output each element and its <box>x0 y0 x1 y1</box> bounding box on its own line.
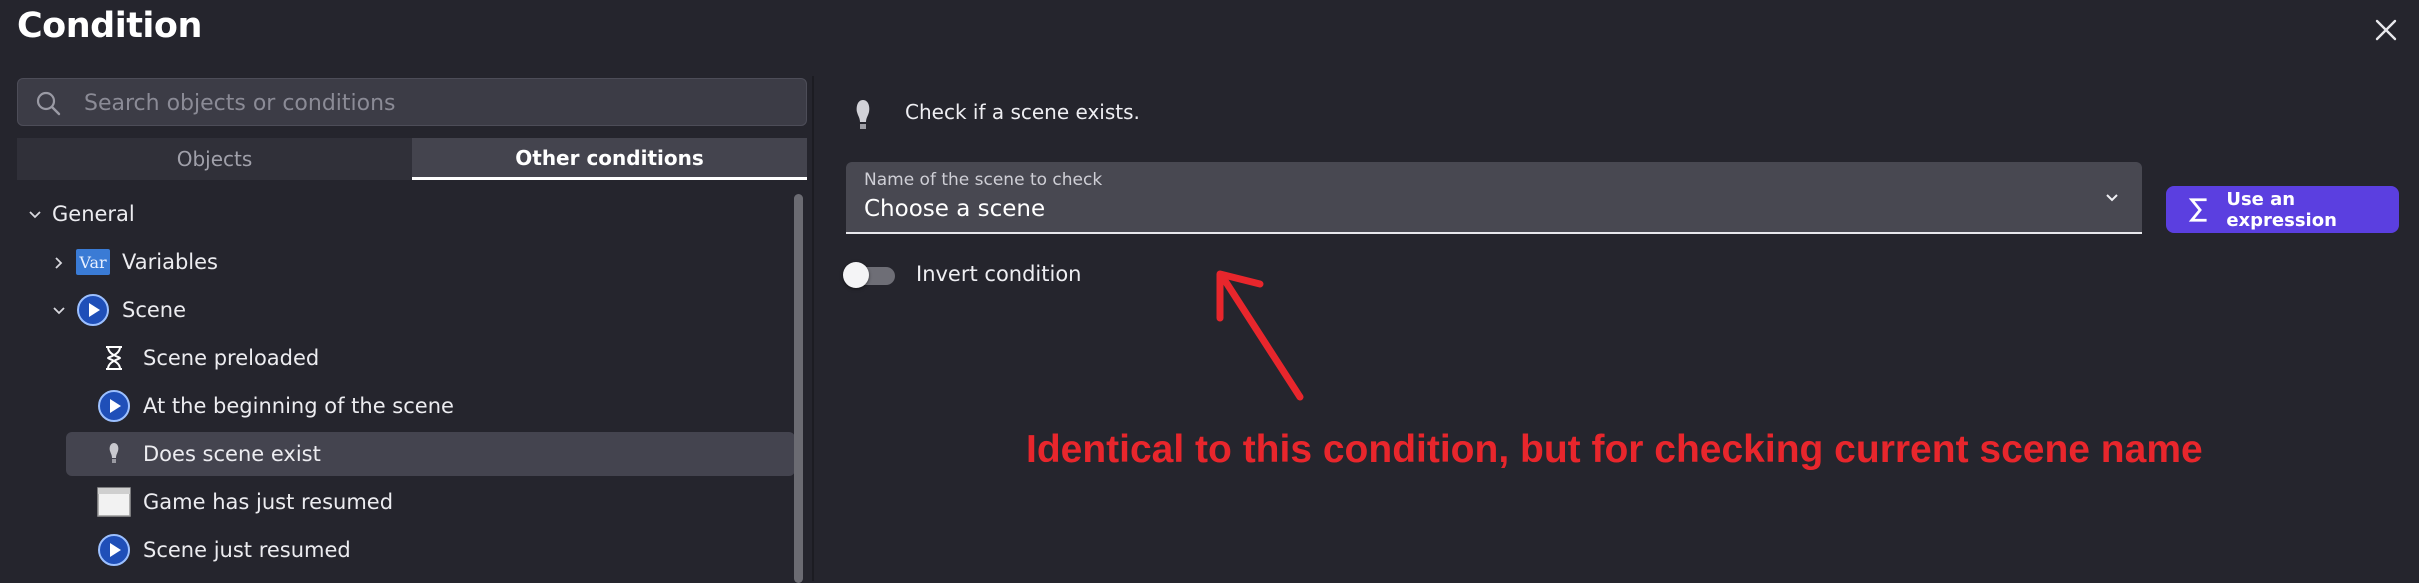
variable-icon: Var <box>76 245 110 279</box>
scrollbar-thumb[interactable] <box>794 194 803 583</box>
search-icon <box>36 91 61 116</box>
tree-group-general[interactable]: General <box>26 192 135 236</box>
search-box[interactable] <box>17 78 807 127</box>
field-value: Choose a scene <box>864 196 1046 222</box>
tree-item-label: At the beginning of the scene <box>143 394 454 418</box>
chevron-right-icon <box>50 253 68 271</box>
chevron-down-icon <box>26 205 44 223</box>
invert-condition-label: Invert condition <box>916 262 1082 286</box>
condition-description: Check if a scene exists. <box>905 100 1140 124</box>
close-icon[interactable] <box>2372 16 2400 44</box>
chevron-down-icon <box>50 301 68 319</box>
toggle-knob <box>843 262 869 288</box>
window-icon <box>97 485 131 519</box>
tree-item-label: Does scene exist <box>143 442 321 466</box>
chevron-down-icon <box>2106 194 2118 202</box>
tree-item-game-resumed[interactable]: Game has just resumed <box>97 480 393 524</box>
tab-other-conditions[interactable]: Other conditions <box>412 138 807 180</box>
field-label: Name of the scene to check <box>864 170 1103 190</box>
use-expression-label: Use an expression <box>2226 188 2337 231</box>
lightbulb-icon <box>856 100 870 129</box>
tree-item-label: Scene just resumed <box>143 538 351 562</box>
tree-item-scene-resumed[interactable]: Scene just resumed <box>97 528 351 572</box>
tree-item-beginning-of-scene[interactable]: At the beginning of the scene <box>97 384 454 428</box>
dialog-title: Condition <box>17 6 202 46</box>
condition-tree: General Var Variables Scene Scene preloa… <box>0 192 795 581</box>
tree-item-label: Scene <box>122 298 187 322</box>
annotation-text: Identical to this condition, but for che… <box>1026 428 2203 471</box>
tree-item-label: Scene preloaded <box>143 346 320 370</box>
tree-group-scene[interactable]: Scene <box>50 288 186 332</box>
tree-group-variables[interactable]: Var Variables <box>50 240 218 284</box>
annotation-arrow-icon <box>1216 270 1304 401</box>
use-expression-button[interactable]: Use an expression <box>2166 186 2399 233</box>
tab-objects[interactable]: Objects <box>17 138 412 180</box>
tree-item-scene-preloaded[interactable]: Scene preloaded <box>97 336 319 380</box>
tree-item-label: General <box>52 202 135 226</box>
tree-item-label: Variables <box>122 250 218 274</box>
lightbulb-icon <box>97 437 131 471</box>
search-input[interactable] <box>82 79 786 127</box>
tree-item-label: Game has just resumed <box>143 490 394 514</box>
variable-icon-text: Var <box>78 253 107 272</box>
hourglass-icon <box>97 341 131 375</box>
scene-play-icon <box>76 293 110 327</box>
left-panel: Objects Other conditions General Var Var… <box>0 76 812 583</box>
tab-bar: Objects Other conditions <box>17 138 807 180</box>
sigma-icon <box>2188 197 2207 222</box>
scene-name-select[interactable]: Name of the scene to check Choose a scen… <box>846 162 2142 234</box>
invert-condition-toggle[interactable] <box>843 262 899 288</box>
panel-divider <box>812 76 814 581</box>
tree-scrollbar[interactable] <box>792 194 804 583</box>
tree-item-does-scene-exist[interactable]: Does scene exist <box>66 432 795 476</box>
scene-play-icon <box>97 389 131 423</box>
scene-play-icon <box>97 533 131 567</box>
